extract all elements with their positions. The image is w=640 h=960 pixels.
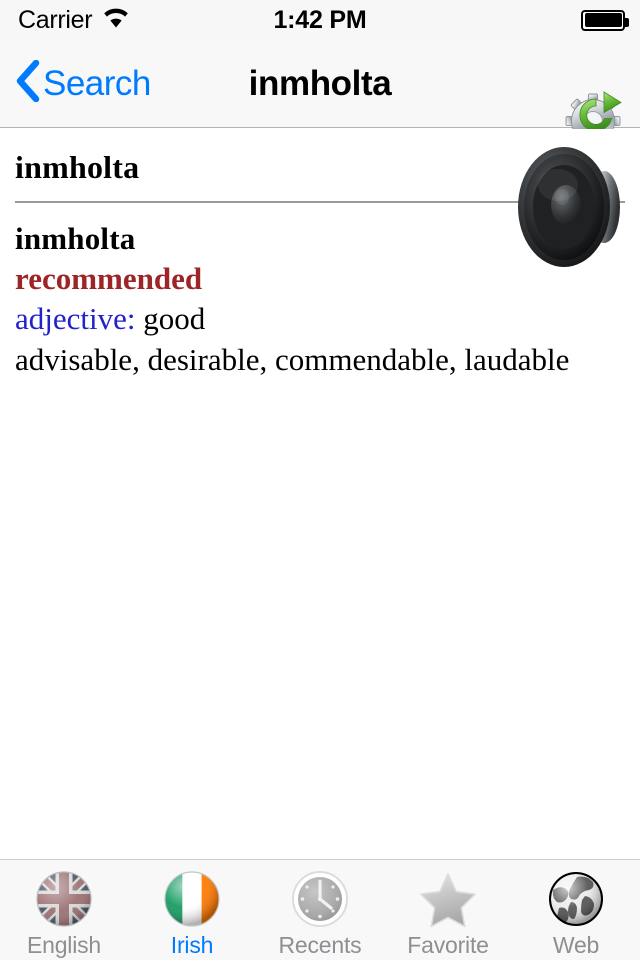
globe-icon — [545, 868, 607, 930]
app-root: Carrier 1:42 PM Search inmholta inmholta… — [0, 0, 640, 960]
speaker-icon — [518, 147, 620, 267]
tab-favorite-label: Favorite — [407, 932, 489, 958]
clock-icon — [289, 868, 351, 930]
sense-definition-line: adjective: good — [15, 299, 625, 340]
tab-favorite[interactable]: Favorite — [384, 860, 512, 960]
navigation-bar: Search inmholta — [0, 40, 640, 148]
tab-english-label: English — [26, 932, 102, 958]
star-icon — [417, 868, 479, 930]
chevron-left-icon — [14, 59, 40, 107]
back-button-label: Search — [43, 63, 151, 103]
tab-web-label: Web — [552, 932, 600, 958]
tab-web[interactable]: Web — [512, 860, 640, 960]
battery-full-icon — [581, 9, 629, 31]
tab-bar: English Irish Recents Favorite Web — [0, 859, 640, 960]
tab-english[interactable]: English — [0, 860, 128, 960]
definition-content: inmholta inmholta recommended adjective:… — [0, 129, 640, 858]
tab-recents[interactable]: Recents — [256, 860, 384, 960]
uk-flag-icon — [33, 868, 95, 930]
dictionary-entry: inmholta inmholta recommended adjective:… — [0, 129, 640, 381]
status-bar-center: 1:42 PM — [0, 0, 640, 40]
definition-text: good — [143, 300, 206, 336]
status-clock: 1:42 PM — [273, 5, 367, 34]
status-bar: Carrier 1:42 PM — [0, 0, 640, 40]
part-of-speech-label: adjective: — [15, 300, 136, 336]
tab-irish[interactable]: Irish — [128, 860, 256, 960]
pronounce-button[interactable] — [516, 145, 628, 270]
tab-recents-label: Recents — [278, 932, 362, 958]
synonyms-text: advisable, desirable, commendable, lauda… — [15, 341, 570, 377]
back-button[interactable]: Search — [14, 40, 151, 127]
status-bar-right — [581, 0, 629, 40]
tab-irish-label: Irish — [170, 932, 214, 958]
ireland-flag-icon — [161, 868, 223, 930]
